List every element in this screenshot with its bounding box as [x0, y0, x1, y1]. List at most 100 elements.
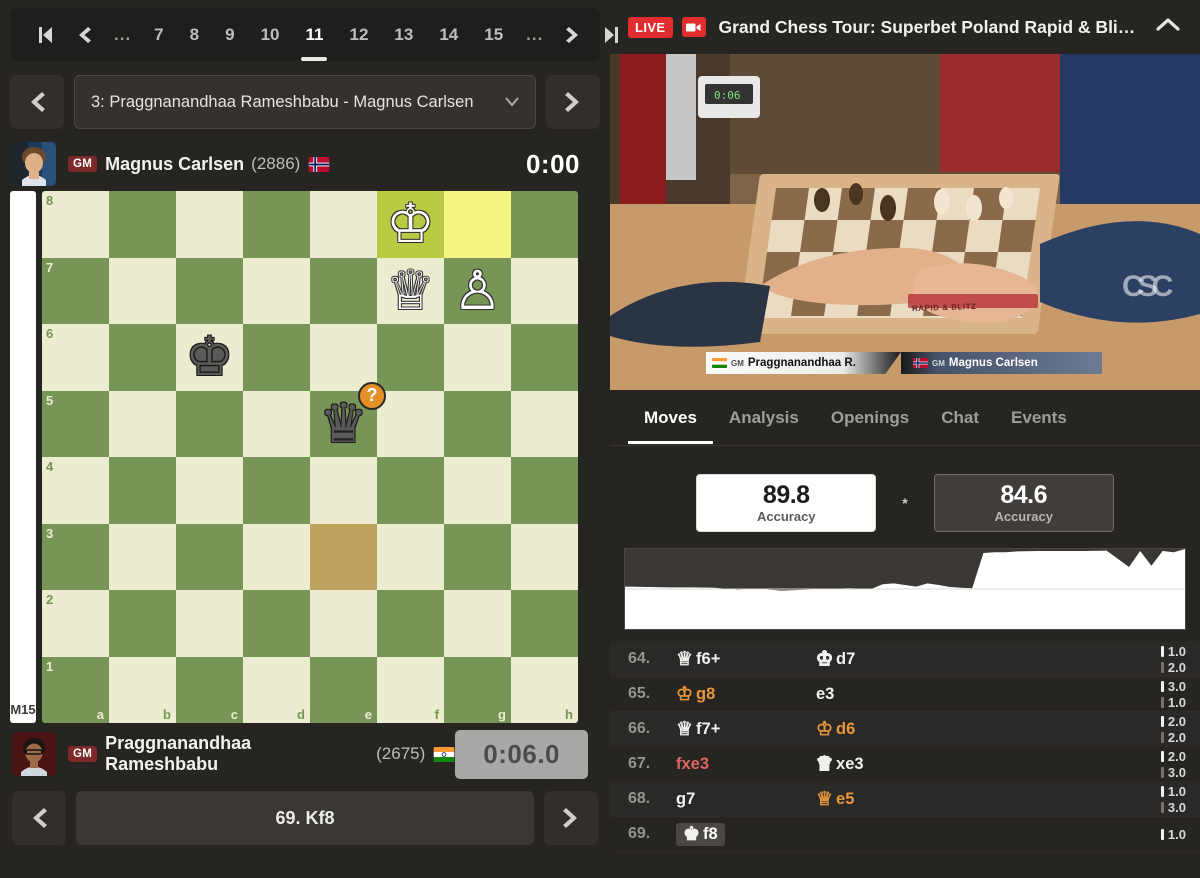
board-square-d2[interactable]	[243, 590, 310, 657]
board-square-c7[interactable]	[176, 257, 243, 324]
page-13[interactable]: 13	[381, 21, 426, 49]
board-square-b1[interactable]: b	[109, 656, 176, 723]
white-move[interactable]: fxe3	[676, 755, 816, 774]
board-square-h6[interactable]	[511, 324, 578, 391]
page-8[interactable]: 8	[177, 21, 212, 49]
tab-chat[interactable]: Chat	[925, 392, 995, 443]
white-move[interactable]: g7	[676, 790, 816, 809]
tab-analysis[interactable]: Analysis	[713, 392, 815, 443]
board-square-f6[interactable]	[377, 324, 444, 391]
accuracy-black[interactable]: 84.6 Accuracy	[933, 474, 1114, 532]
board-square-e3[interactable]	[310, 523, 377, 590]
board-square-h1[interactable]: h	[511, 656, 578, 723]
board-square-d8[interactable]	[243, 191, 310, 258]
tab-events[interactable]: Events	[995, 392, 1083, 443]
avatar-praggnanandhaa[interactable]	[12, 732, 56, 776]
board-square-e1[interactable]: e	[310, 656, 377, 723]
page-11-active[interactable]: 11	[293, 21, 337, 49]
black-king-icon[interactable]: ♚	[176, 324, 243, 391]
board-square-f7[interactable]: ♕	[377, 257, 444, 325]
avatar-magnus-carlsen[interactable]	[12, 142, 56, 186]
move-list[interactable]: 64. ♕ f6+ ♔ d7 1.0 2.0 65. ♔ g8 e3 3.0 1.0 66. ♕ f7+ ♔ d6…	[610, 642, 1200, 878]
move-row[interactable]: 69. ♚ f8 1.0	[610, 817, 1200, 852]
board-square-a3[interactable]: 3	[42, 523, 109, 590]
page-9[interactable]: 9	[212, 21, 247, 49]
black-move[interactable]: ♕ e5	[816, 790, 956, 809]
white-move[interactable]: ♕ f7+	[676, 720, 816, 739]
board-square-f3[interactable]	[377, 523, 444, 590]
previous-game-button[interactable]	[10, 75, 64, 129]
board-square-h5[interactable]	[511, 390, 578, 457]
board-square-b4[interactable]	[109, 457, 176, 524]
board-square-b2[interactable]	[109, 590, 176, 657]
board-square-e4[interactable]	[310, 457, 377, 524]
chess-board[interactable]: 8 ♔ 7 ♕ ♙ 6 ♚ 5 ♛? 4 3 2 1 a b c d e f g h	[42, 191, 578, 723]
board-square-e6[interactable]	[310, 324, 377, 391]
evaluation-graph[interactable]	[624, 548, 1186, 630]
board-square-b3[interactable]	[109, 523, 176, 590]
board-square-b7[interactable]	[109, 257, 176, 324]
black-move[interactable]: e3	[816, 685, 956, 704]
white-move[interactable]: ♔ g8	[676, 685, 816, 704]
board-square-h2[interactable]	[511, 590, 578, 657]
previous-move-button[interactable]	[12, 791, 66, 845]
move-row[interactable]: 66. ♕ f7+ ♔ d6 2.0 2.0	[610, 712, 1200, 747]
board-square-f1[interactable]: f	[377, 656, 444, 723]
board-square-g8[interactable]	[444, 191, 511, 258]
white-move[interactable]: ♕ f6+	[676, 650, 816, 669]
game-dropdown[interactable]: 3: Praggnanandhaa Rameshbabu - Magnus Ca…	[74, 75, 536, 129]
board-square-a8[interactable]: 8	[42, 191, 109, 258]
page-10[interactable]: 10	[248, 21, 293, 49]
current-move-display[interactable]: 69. Kf8	[76, 791, 534, 845]
first-page-button[interactable]	[24, 24, 64, 46]
board-square-c5[interactable]	[176, 390, 243, 457]
black-move[interactable]: ♔ d7	[815, 649, 956, 669]
board-square-b6[interactable]	[109, 324, 176, 391]
tab-moves[interactable]: Moves	[628, 392, 713, 444]
move-row[interactable]: 68. g7 ♕ e5 1.0 3.0	[610, 782, 1200, 817]
next-game-button[interactable]	[546, 75, 600, 129]
board-square-g1[interactable]: g	[444, 656, 511, 723]
board-square-c1[interactable]: c	[176, 656, 243, 723]
board-square-e5[interactable]: ♛?	[310, 381, 386, 457]
board-square-d4[interactable]	[243, 457, 310, 524]
board-square-g3[interactable]	[444, 523, 511, 590]
board-square-d7[interactable]	[243, 257, 310, 324]
page-ellipsis-start[interactable]: ...	[104, 21, 141, 49]
move-quality-badge[interactable]: ?	[358, 381, 386, 410]
accuracy-white[interactable]: 89.8 Accuracy	[696, 474, 877, 532]
player-name-top[interactable]: Magnus Carlsen	[105, 154, 244, 175]
page-14[interactable]: 14	[426, 21, 471, 49]
board-square-c8[interactable]	[176, 191, 243, 258]
board-square-h4[interactable]	[511, 457, 578, 524]
board-square-f5[interactable]	[377, 390, 444, 457]
board-square-f2[interactable]	[377, 590, 444, 657]
board-square-d1[interactable]: d	[243, 656, 310, 723]
next-move-button[interactable]	[544, 791, 598, 845]
board-square-c2[interactable]	[176, 590, 243, 657]
board-square-d3[interactable]	[243, 523, 310, 590]
move-row[interactable]: 64. ♕ f6+ ♔ d7 1.0 2.0	[610, 642, 1200, 677]
board-square-c6[interactable]: ♚	[176, 324, 243, 391]
board-square-h7[interactable]	[511, 257, 578, 324]
board-square-f8[interactable]: ♔	[377, 191, 444, 258]
white-king-icon[interactable]: ♔	[377, 191, 444, 258]
tab-openings[interactable]: Openings	[815, 392, 925, 443]
player-name-bottom[interactable]: Praggnanandhaa Rameshbabu	[105, 733, 369, 775]
white-move[interactable]: ♚ f8	[676, 822, 816, 846]
board-square-f4[interactable]	[377, 457, 444, 524]
board-square-d5[interactable]	[243, 390, 310, 457]
board-square-g4[interactable]	[444, 457, 511, 524]
board-square-g5[interactable]	[444, 390, 511, 457]
board-square-c3[interactable]	[176, 523, 243, 590]
board-square-e7[interactable]	[310, 257, 377, 324]
black-move[interactable]: ♔ d6	[816, 720, 956, 739]
white-queen-icon[interactable]: ♕	[377, 258, 444, 325]
board-square-g2[interactable]	[444, 590, 511, 657]
board-square-b5[interactable]	[109, 390, 176, 457]
board-square-g7[interactable]: ♙	[444, 257, 511, 324]
board-square-a7[interactable]: 7	[42, 257, 109, 324]
live-video-stream[interactable]: 0:06 RAPID & BLITZ CSC GM Praggnanandhaa…	[610, 54, 1200, 390]
board-square-h8[interactable]	[511, 191, 578, 258]
board-square-h3[interactable]	[511, 523, 578, 590]
